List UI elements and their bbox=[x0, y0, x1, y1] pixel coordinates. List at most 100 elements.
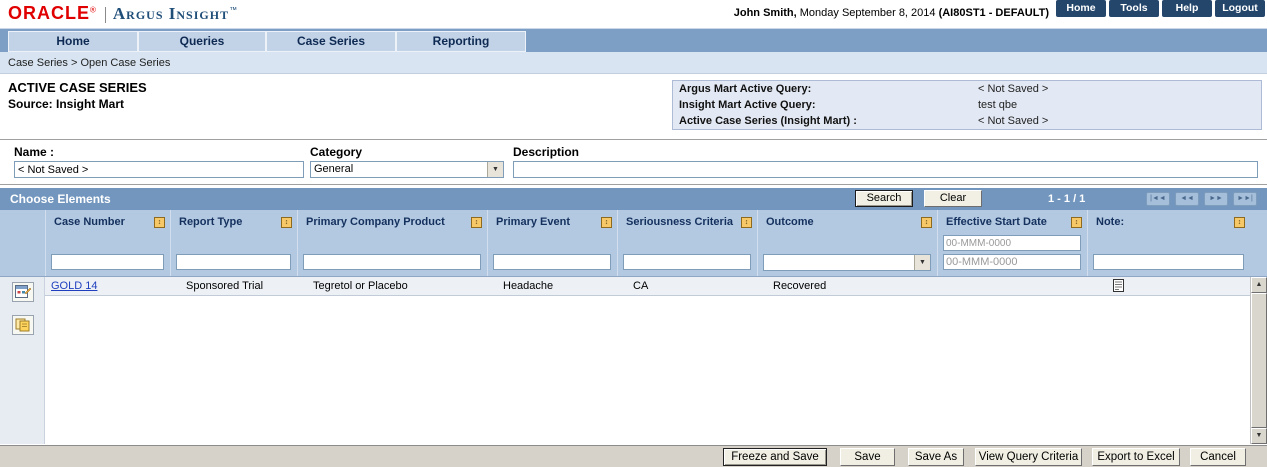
column-case-number: Case Number ↕ bbox=[45, 210, 170, 276]
primary-company-product-filter-input[interactable] bbox=[303, 254, 481, 270]
name-input[interactable] bbox=[14, 161, 304, 178]
oracle-logo: ORACLE bbox=[8, 3, 90, 23]
save-as-button[interactable]: Save As bbox=[908, 448, 964, 466]
sort-icon[interactable]: ↕ bbox=[1234, 217, 1245, 228]
sort-icon[interactable]: ↕ bbox=[741, 217, 752, 228]
argus-mart-query-label: Argus Mart Active Query: bbox=[679, 83, 812, 95]
tab-reporting[interactable]: Reporting bbox=[396, 31, 526, 52]
chevron-down-icon[interactable]: ▼ bbox=[914, 255, 930, 270]
clear-button[interactable]: Clear bbox=[924, 190, 982, 207]
pagination-status: 1 - 1 / 1 bbox=[1048, 193, 1086, 205]
description-input[interactable] bbox=[513, 161, 1258, 178]
scrollbar-thumb[interactable] bbox=[1251, 293, 1267, 428]
row-tools-gutter bbox=[0, 277, 45, 444]
sort-icon[interactable]: ↕ bbox=[154, 217, 165, 228]
note-cell bbox=[1087, 277, 1250, 295]
description-label: Description bbox=[513, 145, 580, 159]
tab-queries[interactable]: Queries bbox=[138, 31, 266, 52]
case-series-form: Name : Category Description General ▼ bbox=[0, 139, 1267, 185]
category-label: Category bbox=[310, 145, 363, 159]
topnav-logout-button[interactable]: Logout bbox=[1215, 0, 1265, 17]
next-page-icon[interactable]: ►► bbox=[1204, 192, 1228, 206]
query-info-row: Active Case Series (Insight Mart) : < No… bbox=[673, 114, 1261, 129]
sort-icon[interactable]: ↕ bbox=[281, 217, 292, 228]
page-subtitle: Source: Insight Mart bbox=[8, 97, 125, 111]
primary-event-cell: Headache bbox=[503, 280, 554, 292]
brand-divider bbox=[104, 6, 106, 23]
column-primary-company-product: Primary Company Product ↕ bbox=[297, 210, 487, 276]
scroll-down-icon[interactable]: ▼ bbox=[1251, 428, 1267, 444]
active-case-series-value: < Not Saved > bbox=[978, 115, 1049, 127]
seriousness-criteria-filter-input[interactable] bbox=[623, 254, 751, 270]
product-name: Argus Insight bbox=[112, 4, 230, 23]
notes-grid-icon bbox=[15, 285, 31, 298]
seriousness-criteria-header: Seriousness Criteria bbox=[626, 216, 733, 228]
search-button[interactable]: Search bbox=[855, 190, 913, 207]
primary-event-header: Primary Event bbox=[496, 216, 570, 228]
query-info-row: Insight Mart Active Query: test qbe bbox=[673, 98, 1261, 113]
trademark-mark: ™ bbox=[229, 5, 238, 15]
freeze-and-save-button[interactable]: Freeze and Save bbox=[723, 448, 827, 466]
column-seriousness-criteria: Seriousness Criteria ↕ bbox=[617, 210, 757, 276]
page-head: ACTIVE CASE SERIES Source: Insight Mart … bbox=[0, 74, 1267, 139]
primary-company-product-header: Primary Company Product bbox=[306, 216, 445, 228]
query-info-row: Argus Mart Active Query: < Not Saved > bbox=[673, 82, 1261, 97]
category-select[interactable]: General ▼ bbox=[310, 161, 504, 178]
outcome-filter-select[interactable]: ▼ bbox=[763, 254, 931, 271]
seriousness-criteria-cell: CA bbox=[633, 280, 649, 292]
sort-icon[interactable]: ↕ bbox=[1071, 217, 1082, 228]
category-selected-value: General bbox=[314, 163, 354, 175]
report-type-filter-input[interactable] bbox=[176, 254, 291, 270]
scrollbar-gutter-header bbox=[1250, 210, 1267, 276]
note-filter-input[interactable] bbox=[1093, 254, 1244, 270]
view-query-criteria-button[interactable]: View Query Criteria bbox=[975, 448, 1082, 466]
previous-page-icon[interactable]: ◄◄ bbox=[1175, 192, 1199, 206]
sort-icon[interactable]: ↕ bbox=[921, 217, 932, 228]
topnav-home-button[interactable]: Home bbox=[1056, 0, 1106, 17]
pager: |◄◄ ◄◄ ►► ►►| bbox=[1146, 192, 1257, 206]
tab-case-series[interactable]: Case Series bbox=[266, 31, 396, 52]
environment-label: (AI80ST1 - DEFAULT) bbox=[938, 7, 1049, 19]
sort-icon[interactable]: ↕ bbox=[601, 217, 612, 228]
row-tools-gutter-header bbox=[0, 210, 45, 276]
choose-elements-title: Choose Elements bbox=[10, 192, 111, 206]
sort-icon[interactable]: ↕ bbox=[471, 217, 482, 228]
current-date: Monday September 8, 2014 bbox=[796, 7, 939, 19]
last-page-icon[interactable]: ►►| bbox=[1233, 192, 1257, 206]
case-number-filter-input[interactable] bbox=[51, 254, 164, 270]
topnav-help-button[interactable]: Help bbox=[1162, 0, 1212, 17]
outcome-header: Outcome bbox=[766, 216, 814, 228]
primary-company-product-cell: Tegretol or Placebo bbox=[313, 280, 408, 292]
table-row[interactable]: GOLD 14 Sponsored Trial Tegretol or Plac… bbox=[45, 277, 1250, 296]
user-name: John Smith, bbox=[733, 7, 797, 19]
top-nav: Home Tools Help Logout bbox=[1056, 0, 1265, 17]
effective-start-date-from-input[interactable] bbox=[943, 235, 1081, 251]
page-title: ACTIVE CASE SERIES bbox=[8, 80, 147, 95]
export-to-excel-button[interactable]: Export to Excel bbox=[1092, 448, 1180, 466]
case-series-notes-icon[interactable] bbox=[12, 282, 34, 302]
tab-home[interactable]: Home bbox=[8, 31, 138, 52]
save-button[interactable]: Save bbox=[840, 448, 895, 466]
main-tabbar: Home Queries Case Series Reporting bbox=[0, 28, 1267, 52]
copy-sheets-icon bbox=[15, 318, 30, 332]
first-page-icon[interactable]: |◄◄ bbox=[1146, 192, 1170, 206]
copy-case-series-icon[interactable] bbox=[12, 315, 34, 335]
scroll-up-icon[interactable]: ▲ bbox=[1251, 277, 1267, 293]
vertical-scrollbar[interactable]: ▲ ▼ bbox=[1250, 277, 1267, 444]
user-info: John Smith, Monday September 8, 2014 (AI… bbox=[734, 7, 1049, 19]
effective-start-date-to-input[interactable] bbox=[943, 254, 1081, 270]
column-primary-event: Primary Event ↕ bbox=[487, 210, 617, 276]
topnav-tools-button[interactable]: Tools bbox=[1109, 0, 1159, 17]
active-query-info-box: Argus Mart Active Query: < Not Saved > I… bbox=[672, 80, 1262, 130]
results-table-header: Case Number ↕ Report Type ↕ Primary Comp… bbox=[0, 210, 1267, 277]
cancel-button[interactable]: Cancel bbox=[1190, 448, 1246, 466]
argus-mart-query-value: < Not Saved > bbox=[978, 83, 1049, 95]
name-label: Name : bbox=[14, 145, 55, 159]
insight-mart-query-label: Insight Mart Active Query: bbox=[679, 99, 816, 111]
case-number-link[interactable]: GOLD 14 bbox=[51, 280, 97, 292]
column-outcome: Outcome ↕ ▼ bbox=[757, 210, 937, 276]
case-number-header: Case Number bbox=[54, 216, 125, 228]
note-icon[interactable] bbox=[1113, 279, 1124, 292]
primary-event-filter-input[interactable] bbox=[493, 254, 611, 270]
chevron-down-icon[interactable]: ▼ bbox=[487, 162, 503, 177]
